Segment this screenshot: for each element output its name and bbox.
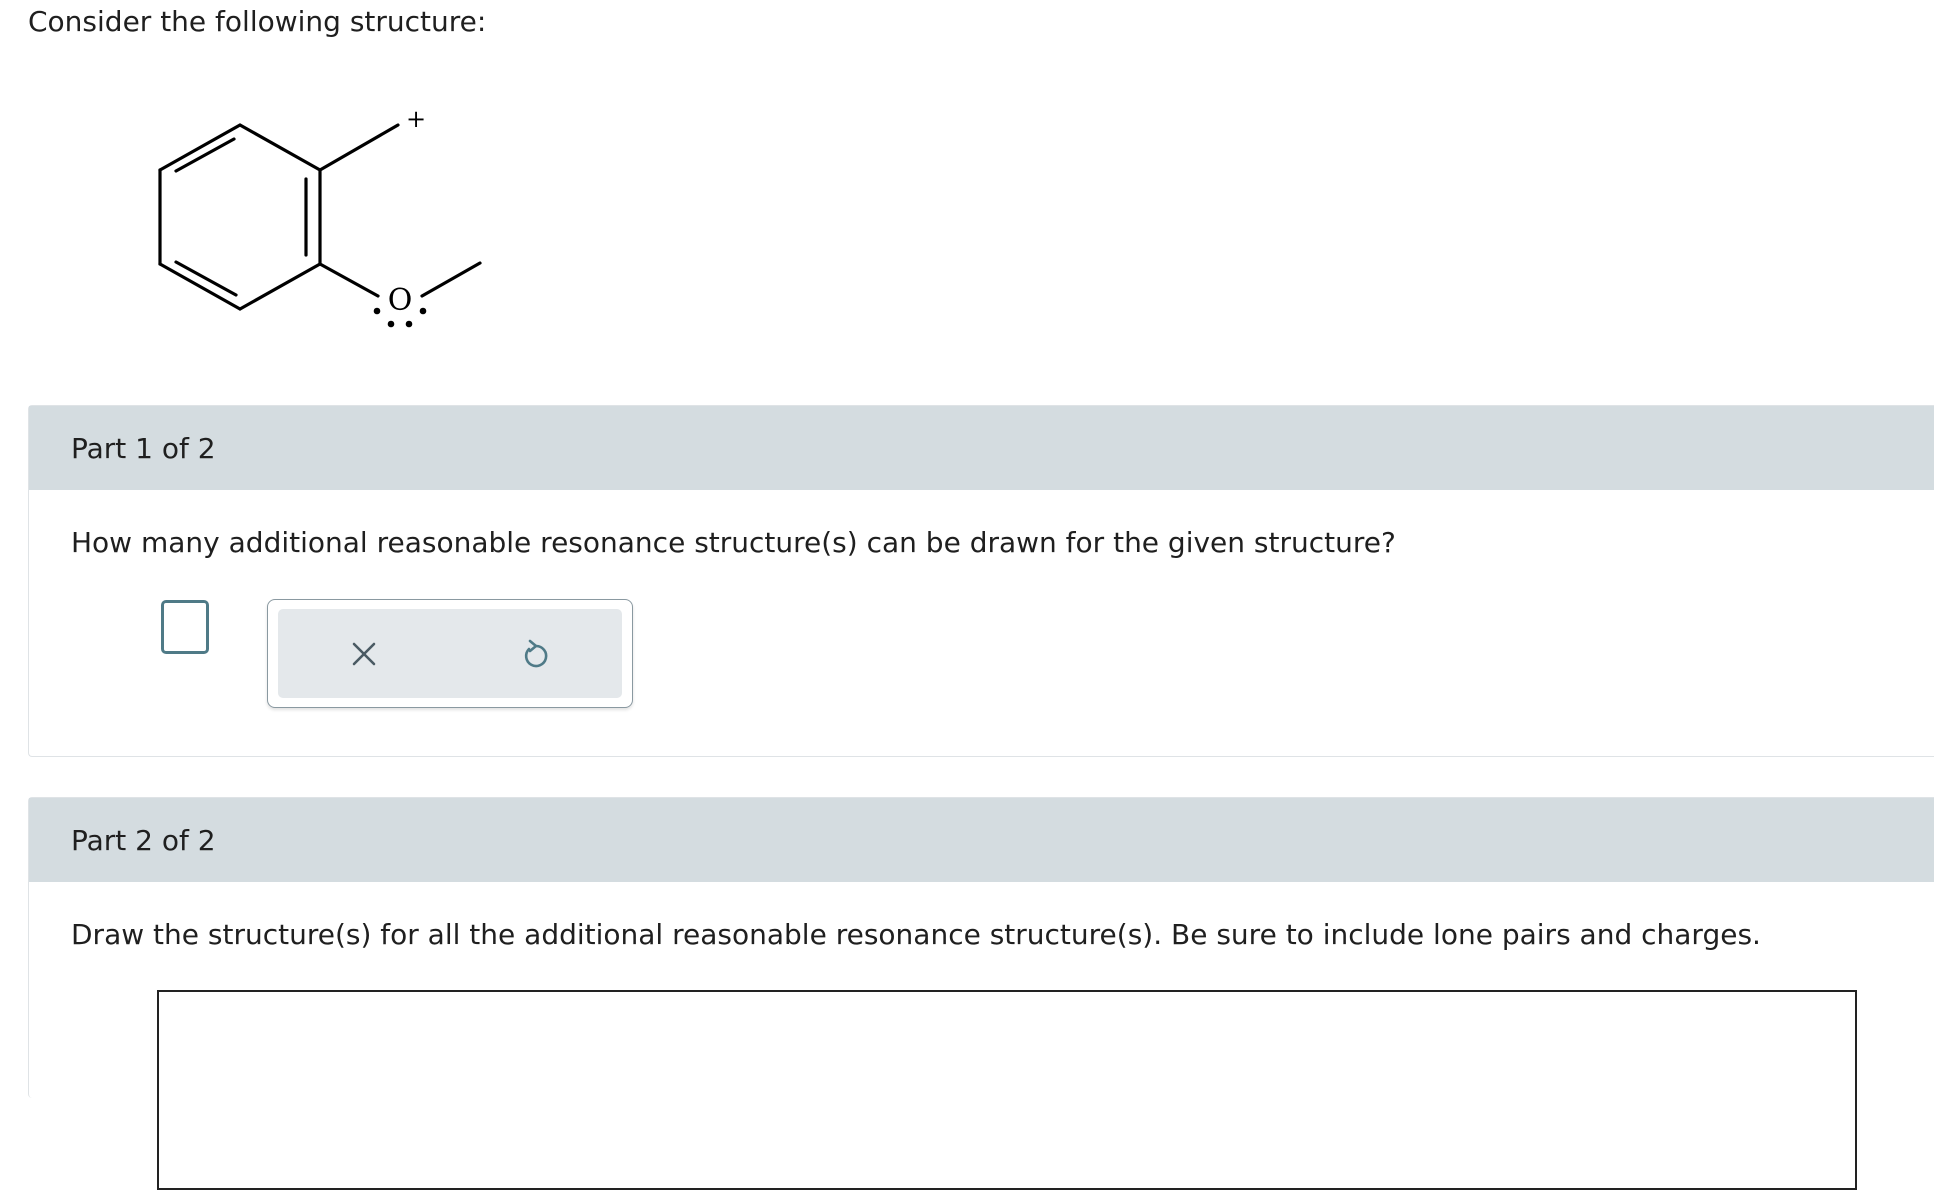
intro-text: Consider the following structure: xyxy=(28,5,487,38)
o-methyl-bond xyxy=(420,261,482,298)
close-icon xyxy=(352,642,376,665)
ring-bond xyxy=(158,123,242,172)
lone-pair-dot xyxy=(405,320,413,328)
oxygen-atom-label: O xyxy=(388,283,413,318)
part-2-section: Part 2 of 2 Draw the structure(s) for al… xyxy=(28,797,1934,1190)
positive-charge: + xyxy=(406,105,426,133)
part-2-question: Draw the structure(s) for all the additi… xyxy=(71,918,1761,951)
clear-button[interactable] xyxy=(278,609,450,698)
tool-panel-inner xyxy=(278,609,622,698)
ring-bond xyxy=(238,262,322,311)
answer-input[interactable] xyxy=(161,600,209,654)
c-o-bond xyxy=(318,262,380,298)
part-2-header: Part 2 of 2 xyxy=(29,798,1934,882)
ring-bond xyxy=(158,262,242,311)
answer-tool-panel xyxy=(267,599,633,708)
substituent-bond xyxy=(318,123,400,172)
molecule-structure: + O xyxy=(158,105,482,328)
lone-pair-dot xyxy=(387,320,395,328)
part-1-section: Part 1 of 2 How many additional reasonab… xyxy=(28,405,1934,757)
part-1-header: Part 1 of 2 xyxy=(29,406,1934,490)
part-1-question: How many additional reasonable resonance… xyxy=(71,526,1396,559)
undo-button[interactable] xyxy=(450,609,622,698)
lone-pair-dot xyxy=(419,307,427,315)
lone-pair-dot xyxy=(373,307,381,315)
ring-bond xyxy=(238,123,322,172)
undo-icon xyxy=(524,639,548,667)
drawing-canvas[interactable] xyxy=(157,990,1857,1190)
